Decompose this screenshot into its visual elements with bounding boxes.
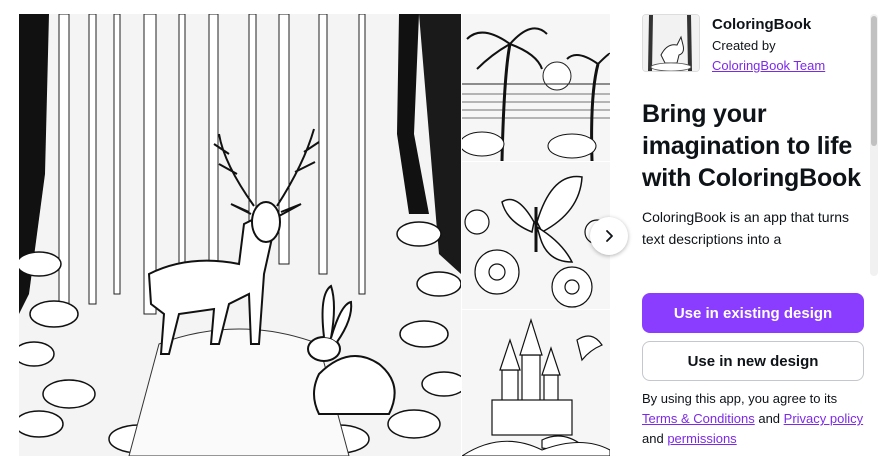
use-in-new-design-button[interactable]: Use in new design [642,341,864,381]
privacy-link[interactable]: Privacy policy [784,411,863,426]
panel-scrollbar[interactable] [870,14,878,276]
deer-forest-illustration [19,14,461,456]
terms-link[interactable]: Terms & Conditions [642,411,755,426]
castle-dragon-illustration [462,310,610,456]
thumbnail-castle[interactable] [462,310,610,456]
created-by-label: Created by [712,38,776,53]
legal-prefix: By using this app, you agree to its [642,391,838,406]
chevron-right-icon [606,230,613,242]
scrollbar-thumb[interactable] [871,16,877,146]
legal-notice: By using this app, you agree to its Term… [642,389,870,449]
app-logo [642,14,700,72]
app-details-panel: ColoringBook Created by ColoringBook Tea… [642,14,864,252]
app-description: ColoringBook is an app that turns text d… [642,209,850,247]
butterfly-illustration [462,162,610,309]
next-image-button[interactable] [590,217,628,255]
unicorn-logo-illustration [643,15,699,71]
app-meta: ColoringBook Created by ColoringBook Tea… [712,14,825,76]
legal-and-1: and [758,411,781,426]
app-header: ColoringBook Created by ColoringBook Tea… [642,14,864,76]
main-preview-image[interactable] [19,14,461,456]
app-name: ColoringBook [712,16,812,33]
use-in-existing-design-button[interactable]: Use in existing design [642,293,864,333]
thumbnail-beach[interactable] [462,14,610,161]
permissions-link[interactable]: permissions [667,431,736,446]
thumbnail-butterfly[interactable] [462,162,610,309]
creator-link[interactable]: ColoringBook Team [712,56,825,76]
description-container: ColoringBook is an app that turns text d… [642,206,864,252]
image-gallery [19,14,610,456]
legal-and-2: and [642,431,664,446]
app-headline: Bring your imagination to life with Colo… [642,100,861,192]
palm-beach-illustration [462,14,610,161]
